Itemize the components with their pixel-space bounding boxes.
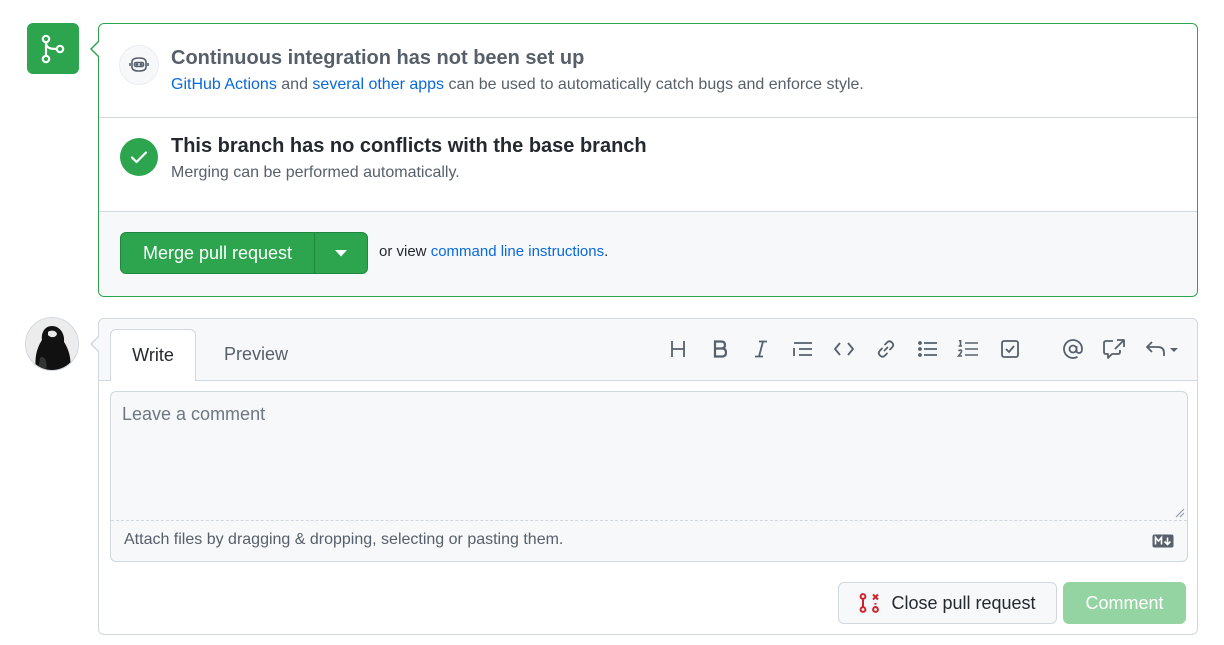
ci-description: GitHub Actions and several other apps ca… xyxy=(171,75,864,95)
robot-icon xyxy=(119,45,159,85)
unordered-list-icon[interactable] xyxy=(916,337,940,361)
new-comment-form: Write Preview Leave a comment Attach fil… xyxy=(90,318,1198,635)
code-icon[interactable] xyxy=(832,337,856,361)
period-text: . xyxy=(604,243,609,260)
command-line-instructions-link[interactable]: command line instructions xyxy=(431,243,604,260)
merge-actions-section: Merge pull request or view command line … xyxy=(99,212,1197,296)
github-actions-link[interactable]: GitHub Actions xyxy=(171,76,277,93)
comment-tabs-header: Write Preview xyxy=(99,319,1197,381)
mention-icon[interactable] xyxy=(1061,337,1085,361)
comment-button[interactable]: Comment xyxy=(1063,582,1186,624)
markdown-icon[interactable] xyxy=(1152,534,1174,548)
check-icon xyxy=(120,138,158,176)
git-merge-icon xyxy=(27,23,79,74)
avatar[interactable] xyxy=(25,317,79,371)
close-pull-request-label: Close pull request xyxy=(891,592,1036,613)
task-list-icon[interactable] xyxy=(998,337,1022,361)
ci-title: Continuous integration has not been set … xyxy=(171,47,585,69)
other-apps-link[interactable]: several other apps xyxy=(312,76,444,93)
link-icon[interactable] xyxy=(874,337,898,361)
merge-button-group: Merge pull request xyxy=(120,232,368,274)
ci-rest-text: can be used to automatically catch bugs … xyxy=(444,76,864,93)
file-attachment-area[interactable]: Attach files by dragging & dropping, sel… xyxy=(111,520,1187,561)
merge-pull-request-button[interactable]: Merge pull request xyxy=(121,233,314,273)
ci-and-text: and xyxy=(276,76,313,93)
conflict-status-section: This branch has no conflicts with the ba… xyxy=(99,118,1197,212)
tab-preview[interactable]: Preview xyxy=(205,329,307,380)
cross-reference-icon[interactable] xyxy=(1102,337,1126,361)
merge-method-dropdown[interactable] xyxy=(315,233,367,273)
or-view-text: or view xyxy=(379,243,431,260)
merge-status-panel: Continuous integration has not been set … xyxy=(90,23,1198,297)
heading-icon[interactable] xyxy=(666,337,690,361)
comment-editor: Attach files by dragging & dropping, sel… xyxy=(110,391,1188,562)
git-pull-request-closed-icon xyxy=(860,593,880,613)
ci-status-section: Continuous integration has not been set … xyxy=(99,24,1197,118)
resize-handle-icon[interactable] xyxy=(1175,508,1185,518)
conflict-subtitle: Merging can be performed automatically. xyxy=(171,164,460,181)
italic-icon[interactable] xyxy=(749,337,773,361)
saved-reply-icon[interactable] xyxy=(1146,337,1182,361)
attach-files-text: Attach files by dragging & dropping, sel… xyxy=(124,531,564,548)
quote-icon[interactable] xyxy=(791,337,815,361)
conflict-title: This branch has no conflicts with the ba… xyxy=(171,135,647,157)
command-line-hint: or view command line instructions. xyxy=(379,243,608,260)
triangle-down-icon xyxy=(335,249,347,256)
bold-icon[interactable] xyxy=(708,337,732,361)
comment-textarea[interactable] xyxy=(111,392,1185,520)
close-pull-request-button[interactable]: Close pull request xyxy=(838,582,1057,624)
ordered-list-icon[interactable] xyxy=(956,337,980,361)
tab-write[interactable]: Write xyxy=(110,329,196,381)
